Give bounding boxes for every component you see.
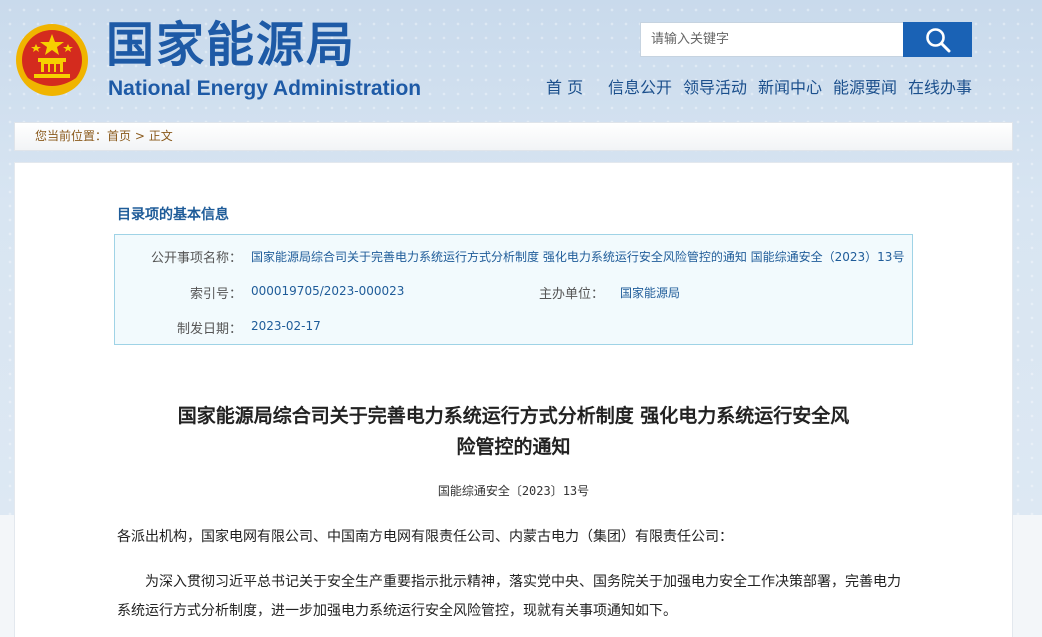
nav-info-disclosure[interactable]: 信息公开 (608, 77, 672, 99)
nav-news-center[interactable]: 新闻中心 (758, 77, 822, 99)
index-label: 索引号： (190, 287, 243, 302)
date-label: 制发日期： (177, 322, 243, 337)
nav-energy-news[interactable]: 能源要闻 (833, 77, 897, 99)
nav-leadership[interactable]: 领导活动 (683, 77, 747, 99)
matter-label: 公开事项名称： (151, 251, 243, 266)
site-title-cn: 国家能源局 (106, 17, 357, 73)
index-value: 000019705/2023-000023 (251, 284, 405, 298)
document-title-line1: 国家能源局综合司关于完善电力系统运行方式分析制度 强化电力系统运行安全风 (177, 405, 850, 427)
nav-online-services[interactable]: 在线办事 (908, 77, 972, 99)
date-value: 2023-02-17 (251, 319, 321, 333)
site-header: 国家能源局 National Energy Administration 请输入… (0, 0, 1042, 115)
breadcrumb: 您当前位置：首页 > 正文 (14, 122, 1013, 151)
breadcrumb-home-link[interactable]: 首页 (107, 129, 131, 143)
document-title-line2: 险管控的通知 (456, 436, 571, 458)
national-emblem-icon (16, 24, 88, 96)
host-label: 主办单位： (539, 287, 605, 302)
document-body: 为深入贯彻习近平总书记关于安全生产重要指示批示精神，落实党中央、国务院关于加强电… (117, 568, 917, 626)
host-value: 国家能源局 (620, 286, 681, 300)
info-section-heading: 目录项的基本信息 (117, 207, 229, 223)
nav-home[interactable]: 首 页 (546, 77, 583, 99)
document-body-line1: 为深入贯彻习近平总书记关于安全生产重要指示批示精神，落实党中央、国务院关于加强电… (145, 574, 901, 590)
breadcrumb-prefix: 您当前位置： (35, 129, 108, 143)
search-input[interactable]: 请输入关键字 (640, 22, 904, 57)
document-title: 国家能源局综合司关于完善电力系统运行方式分析制度 强化电力系统运行安全风 险管控… (114, 401, 913, 463)
site-title-en: National Energy Administration (108, 77, 422, 100)
search-icon (925, 27, 950, 52)
breadcrumb-current: 正文 (148, 129, 173, 143)
document-number: 国能综通安全〔2023〕13号 (437, 484, 590, 498)
catalog-info-box: 公开事项名称： 国家能源局综合司关于完善电力系统运行方式分析制度 强化电力系统运… (114, 234, 913, 345)
matter-value: 国家能源局综合司关于完善电力系统运行方式分析制度 强化电力系统运行安全风险管控的… (251, 250, 905, 264)
search-button[interactable] (903, 22, 972, 57)
document-body-line2: 系统运行方式分析制度，进一步加强电力系统运行安全风险管控，现就有关事项通知如下。 (117, 603, 677, 619)
document-recipients: 各派出机构，国家电网有限公司、中国南方电网有限责任公司、内蒙古电力（集团）有限责… (117, 529, 733, 545)
breadcrumb-separator: > (134, 129, 145, 143)
